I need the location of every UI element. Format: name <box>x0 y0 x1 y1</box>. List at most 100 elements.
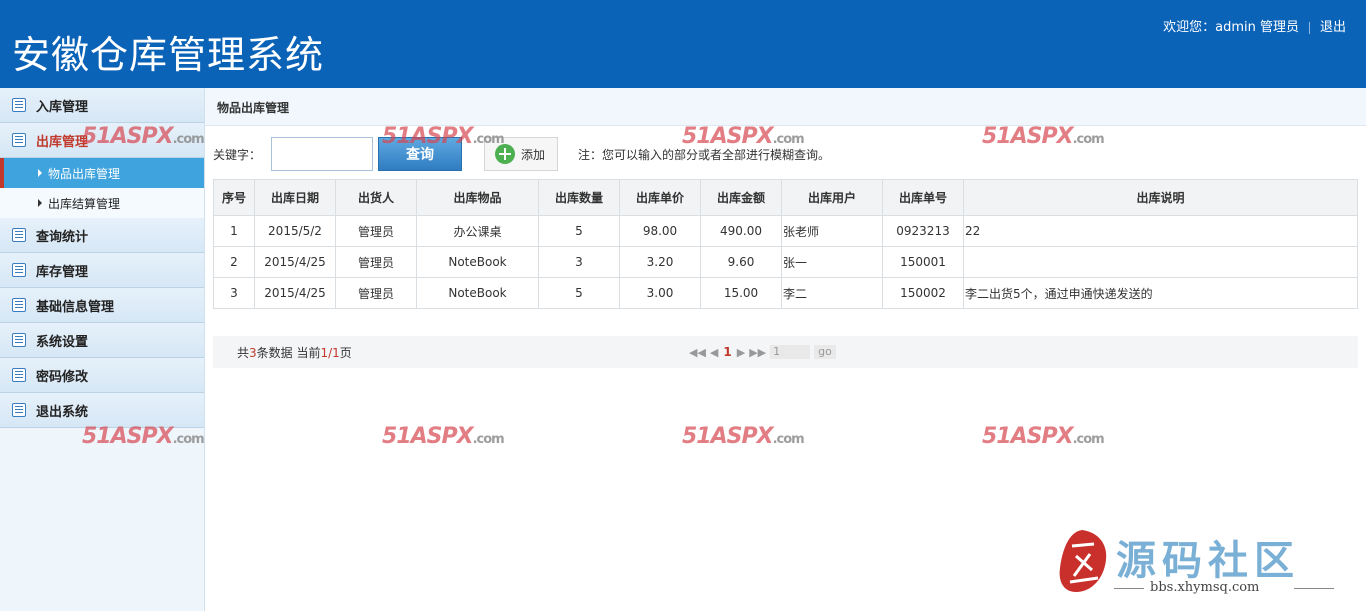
watermark-logo: 51ASPX.com <box>382 124 505 149</box>
pagination: 共3条数据 当前1/1页 ◀◀ ◀ 1 ▶ ▶▶ 1 go <box>213 336 1358 368</box>
divider <box>1114 588 1144 589</box>
go-button[interactable]: go <box>814 345 836 359</box>
table-cell: 3.20 <box>619 246 701 278</box>
header: 安徽仓库管理系统 欢迎您：admin 管理员 退出 <box>0 0 1366 88</box>
table-cell: 9.60 <box>700 246 782 278</box>
sidebar-item-settings[interactable]: 系统设置 <box>0 323 204 358</box>
page-jump-input[interactable]: 1 <box>770 345 811 359</box>
sidebar-subitem-goods-outbound[interactable]: 物品出库管理 <box>0 158 204 188</box>
watermark-suffix: .com <box>472 132 505 147</box>
table-cell: 150001 <box>882 246 964 278</box>
column-header: 序号 <box>213 179 255 216</box>
watermark-logo: 51ASPX.com <box>382 424 505 449</box>
list-icon <box>12 403 26 417</box>
watermark-text: 51ASPX <box>82 424 174 449</box>
table-cell: 管理员 <box>335 246 417 278</box>
sidebar-item-label: 系统设置 <box>36 334 89 350</box>
column-header: 出库物品 <box>416 179 539 216</box>
column-header: 出库单号 <box>882 179 964 216</box>
table-header-row: 序号 出库日期 出货人 出库物品 出库数量 出库单价 出库金额 出库用户 出库单… <box>213 179 1358 216</box>
table-cell: 张一 <box>781 246 883 278</box>
watermark-logo: 51ASPX.com <box>982 124 1105 149</box>
sidebar-item-query-stats[interactable]: 查询统计 <box>0 218 204 253</box>
watermark-text: 51ASPX <box>682 424 774 449</box>
pager-text: 页 <box>339 345 352 360</box>
sidebar-subitem-label: 出库结算管理 <box>48 196 121 211</box>
watermark-text: 51ASPX <box>982 424 1074 449</box>
table-cell <box>963 246 1358 278</box>
list-icon <box>12 333 26 347</box>
table-cell: 办公课桌 <box>416 215 539 247</box>
watermark-logo: 51ASPX.com <box>82 124 205 149</box>
table-cell: 2015/4/25 <box>254 277 336 309</box>
sidebar-item-label: 密码修改 <box>36 369 89 385</box>
table-row[interactable]: 1 2015/5/2 管理员 办公课桌 5 98.00 490.00 张老师 0… <box>213 215 1358 247</box>
table-cell: 2015/4/25 <box>254 246 336 278</box>
column-header: 出库说明 <box>963 179 1358 216</box>
current-page-info: 1/1 <box>320 345 340 360</box>
sidebar-item-password[interactable]: 密码修改 <box>0 358 204 393</box>
column-header: 出库金额 <box>700 179 782 216</box>
table-cell: 管理员 <box>335 277 417 309</box>
watermark-text: 51ASPX <box>82 124 174 149</box>
pagination-nav: ◀◀ ◀ 1 ▶ ▶▶ 1 go <box>687 345 838 359</box>
first-page-icon[interactable]: ◀◀ <box>689 346 706 359</box>
watermark-logo: 51ASPX.com <box>982 424 1105 449</box>
sidebar-item-label: 退出系统 <box>36 404 89 420</box>
user-bar: 欢迎您：admin 管理员 退出 <box>1163 16 1346 35</box>
column-header: 出货人 <box>335 179 417 216</box>
page-title: 物品出库管理 <box>205 88 1366 126</box>
page-number[interactable]: 1 <box>723 345 731 359</box>
table-cell: 2 <box>213 246 255 278</box>
table-cell: 李二出货5个，通过申通快递发送的 <box>963 277 1358 309</box>
sidebar-item-exit[interactable]: 退出系统 <box>0 393 204 428</box>
watermark-logo: 51ASPX.com <box>682 124 805 149</box>
watermark-logo: 51ASPX.com <box>82 424 205 449</box>
sidebar-item-inventory[interactable]: 库存管理 <box>0 253 204 288</box>
next-page-icon[interactable]: ▶ <box>737 346 745 359</box>
pager-text: 条数据 当前 <box>256 345 321 360</box>
sidebar-subitem-outbound-settlement[interactable]: 出库结算管理 <box>0 188 204 218</box>
site-brand-url: bbs.xhymsq.com <box>1150 580 1260 595</box>
caret-right-icon <box>38 169 42 177</box>
watermark-suffix: .com <box>172 132 205 147</box>
table-cell: 2015/5/2 <box>254 215 336 247</box>
caret-right-icon <box>38 199 42 207</box>
watermark-suffix: .com <box>172 432 205 447</box>
column-header: 出库日期 <box>254 179 336 216</box>
table-cell: 1 <box>213 215 255 247</box>
sidebar-item-label: 查询统计 <box>36 229 89 245</box>
seal-icon <box>1059 530 1107 592</box>
logout-link[interactable]: 退出 <box>1320 20 1346 35</box>
sidebar-item-label: 入库管理 <box>36 99 89 115</box>
divider <box>1308 21 1310 34</box>
table-row[interactable]: 3 2015/4/25 管理员 NoteBook 5 3.00 15.00 李二… <box>213 277 1358 309</box>
site-brand-name: 源码社区 <box>1116 537 1300 584</box>
watermark-suffix: .com <box>472 432 505 447</box>
sidebar-item-inbound[interactable]: 入库管理 <box>0 88 204 123</box>
list-icon <box>12 298 26 312</box>
watermark-suffix: .com <box>772 132 805 147</box>
app-title: 安徽仓库管理系统 <box>12 33 325 77</box>
watermark-text: 51ASPX <box>682 124 774 149</box>
table-cell: 5 <box>538 277 620 309</box>
table-cell: 5 <box>538 215 620 247</box>
table-cell: 150002 <box>882 277 964 309</box>
welcome-text: 欢迎您：admin 管理员 <box>1163 20 1299 35</box>
last-page-icon[interactable]: ▶▶ <box>749 346 766 359</box>
sidebar-item-label: 库存管理 <box>36 264 89 280</box>
table-cell: 98.00 <box>619 215 701 247</box>
prev-page-icon[interactable]: ◀ <box>710 346 718 359</box>
keyword-input[interactable] <box>271 137 374 171</box>
watermark-suffix: .com <box>1072 132 1105 147</box>
watermark-text: 51ASPX <box>382 424 474 449</box>
total-count: 3 <box>249 345 257 360</box>
sidebar-item-basic-info[interactable]: 基础信息管理 <box>0 288 204 323</box>
table-row[interactable]: 2 2015/4/25 管理员 NoteBook 3 3.20 9.60 张一 … <box>213 246 1358 278</box>
list-icon <box>12 368 26 382</box>
table-cell: 15.00 <box>700 277 782 309</box>
watermark-suffix: .com <box>1072 432 1105 447</box>
outbound-table: 序号 出库日期 出货人 出库物品 出库数量 出库单价 出库金额 出库用户 出库单… <box>213 179 1358 309</box>
table-cell: 张老师 <box>781 215 883 247</box>
table-cell: 李二 <box>781 277 883 309</box>
